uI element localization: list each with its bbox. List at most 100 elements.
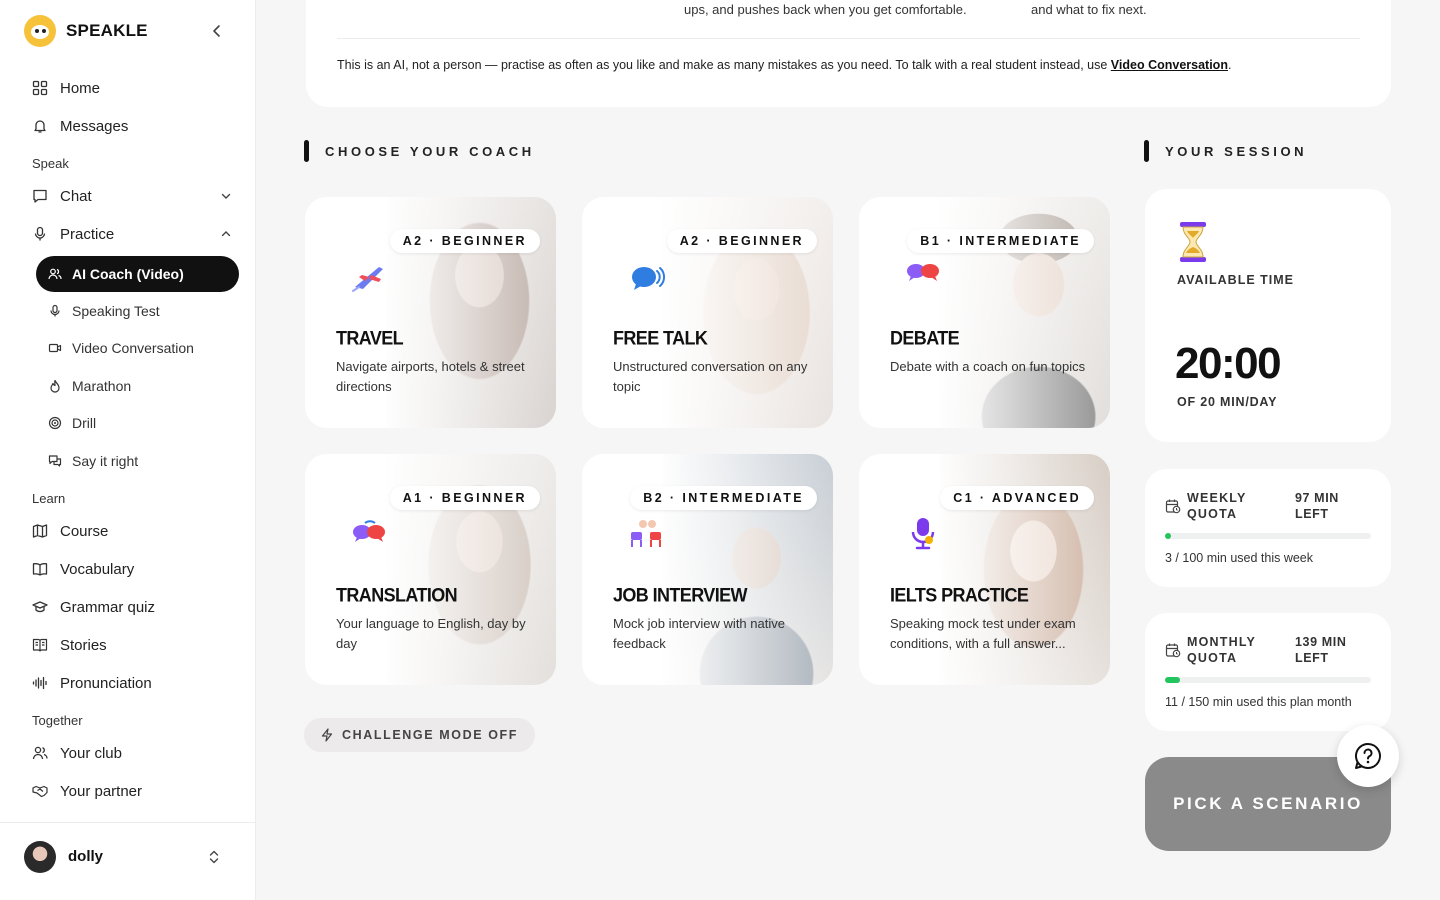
coach-title: IELTS PRACTICE	[890, 584, 1029, 606]
coach-card-job-interview[interactable]: B2 · INTERMEDIATE JOB INTERVIEW Mock job…	[582, 454, 833, 685]
sidebar-item-label: Home	[60, 79, 101, 97]
sidebar-item-label: Pronunciation	[60, 674, 152, 692]
sidebar-item-label: Stories	[60, 636, 107, 654]
sidebar-item-label: Vocabulary	[60, 560, 135, 578]
ai-disclaimer: This is an AI, not a person — practise a…	[337, 58, 1231, 72]
lightning-icon	[320, 728, 334, 742]
calendar-clock-icon	[1165, 499, 1181, 514]
coach-card-free-talk[interactable]: A2 · BEGINNER FREE TALK Unstructured con…	[582, 197, 833, 428]
sidebar-item-label: Drill	[72, 415, 97, 431]
challenge-mode-label: CHALLENGE MODE OFF	[342, 728, 519, 742]
quota-usage-text: 3 / 100 min used this week	[1165, 551, 1313, 565]
sidebar-item-course[interactable]: Course	[24, 514, 240, 548]
available-time-value: 20:00	[1175, 339, 1282, 388]
monthly-quota-card: MONTHLY QUOTA 139 MIN LEFT 11 / 150 min …	[1145, 613, 1391, 731]
help-button[interactable]	[1337, 725, 1399, 787]
quota-progress-fill	[1165, 677, 1181, 683]
brand[interactable]: SPEAKLE	[24, 14, 148, 48]
your-session-heading: YOUR SESSION	[1144, 140, 1307, 162]
sidebar-item-stories[interactable]: Stories	[24, 628, 240, 662]
coach-title: DEBATE	[890, 327, 960, 349]
chevron-down-icon[interactable]	[220, 190, 232, 202]
quota-usage-text: 11 / 150 min used this plan month	[1165, 695, 1352, 709]
airplane-icon	[352, 267, 383, 292]
collapse-sidebar-chevron-icon[interactable]	[208, 22, 226, 40]
level-badge: A2 · BEGINNER	[389, 229, 540, 253]
sidebar-item-label: Say it right	[72, 453, 139, 469]
speech-bubble-icon	[632, 267, 666, 290]
sidebar-item-label: Your club	[60, 744, 122, 762]
sidebar-item-ai-coach-video[interactable]: AI Coach (Video)	[36, 256, 239, 292]
coach-card-translation[interactable]: A1 · BEGINNER TRANSLATION Your language …	[305, 454, 556, 685]
coach-description: Debate with a coach on fun topics	[890, 359, 1086, 374]
section-label-learn: Learn	[32, 491, 66, 506]
quota-title: MONTHLY QUOTA	[1187, 635, 1256, 665]
section-label-together: Together	[32, 713, 83, 728]
coach-title: TRAVEL	[336, 327, 404, 349]
book-open-icon	[32, 561, 48, 577]
coach-description: Navigate airports, hotels & street direc…	[336, 359, 525, 394]
choose-coach-heading: CHOOSE YOUR COACH	[304, 140, 535, 162]
sidebar-item-grammar-quiz[interactable]: Grammar quiz	[24, 590, 240, 624]
weekly-quota-card: WEEKLY QUOTA 97 MIN LEFT 3 / 100 min use…	[1145, 469, 1391, 587]
debate-bubbles-icon	[907, 264, 939, 281]
handshake-icon	[32, 783, 48, 799]
sidebar-item-messages[interactable]: Messages	[24, 109, 240, 143]
sidebar-item-practice[interactable]: Practice	[24, 217, 240, 251]
coach-card-travel[interactable]: A2 · BEGINNER TRAVEL Navigate airports, …	[305, 197, 556, 428]
chevron-up-icon[interactable]	[220, 228, 232, 240]
sidebar-item-drill[interactable]: Drill	[36, 405, 239, 441]
sidebar-item-label: Grammar quiz	[60, 598, 156, 616]
microphone-icon	[911, 518, 935, 550]
sidebar-item-chat[interactable]: Chat	[24, 179, 240, 213]
sidebar-item-your-club[interactable]: Your club	[24, 736, 240, 770]
level-badge: B1 · INTERMEDIATE	[907, 229, 1094, 253]
quota-remaining: 97 MIN LEFT	[1295, 491, 1339, 521]
divider	[337, 38, 1360, 39]
quota-title: WEEKLY QUOTA	[1187, 491, 1247, 521]
video-camera-icon	[48, 341, 62, 355]
sidebar-item-marathon[interactable]: Marathon	[36, 368, 239, 404]
available-time-label: AVAILABLE TIME	[1177, 273, 1295, 287]
sidebar-item-label: Your partner	[60, 782, 143, 800]
map-icon	[32, 523, 48, 539]
microphone-icon	[32, 226, 48, 242]
video-conversation-link[interactable]: Video Conversation	[1111, 58, 1228, 72]
disclaimer-end: .	[1227, 58, 1232, 72]
grid-icon	[32, 80, 48, 96]
coach-card-ielts-practice[interactable]: C1 · ADVANCED IELTS PRACTICE Speaking mo…	[859, 454, 1110, 685]
interview-chairs-icon	[631, 520, 661, 547]
sidebar-item-home[interactable]: Home	[24, 71, 240, 105]
challenge-mode-toggle[interactable]: CHALLENGE MODE OFF	[304, 718, 536, 752]
heading-text: CHOOSE YOUR COACH	[325, 143, 535, 159]
translation-bubbles-icon	[353, 520, 385, 542]
sidebar-item-say-it-right[interactable]: Say it right	[36, 443, 239, 479]
sidebar-item-vocabulary[interactable]: Vocabulary	[24, 552, 240, 586]
sidebar-item-speaking-test[interactable]: Speaking Test	[36, 293, 239, 329]
users-icon	[32, 745, 48, 761]
sidebar: SPEAKLE Home Messages Speak Chat Practic…	[0, 0, 256, 900]
coach-title: FREE TALK	[613, 327, 708, 349]
coach-description: Speaking mock test under exam conditions…	[890, 616, 1076, 651]
sidebar-item-video-conversation[interactable]: Video Conversation	[36, 330, 239, 366]
audio-wave-icon	[32, 675, 48, 691]
sidebar-item-label: Speaking Test	[72, 303, 160, 319]
speakle-logo-icon	[24, 15, 56, 47]
sidebar-item-label: Marathon	[72, 378, 132, 394]
sidebar-item-label: Course	[60, 522, 109, 540]
sidebar-item-label: AI Coach (Video)	[72, 266, 184, 282]
user-menu[interactable]: dolly	[0, 822, 256, 900]
sidebar-item-pronunciation[interactable]: Pronunciation	[24, 666, 240, 700]
quota-remaining: 139 MIN LEFT	[1295, 635, 1347, 665]
quota-progress-fill	[1165, 533, 1172, 539]
heading-text: YOUR SESSION	[1165, 143, 1308, 159]
daily-limit-label: OF 20 MIN/DAY	[1177, 395, 1278, 409]
avatar	[24, 841, 56, 873]
coach-description: Mock job interview with native feedback	[613, 616, 785, 651]
sidebar-item-your-partner[interactable]: Your partner	[24, 774, 240, 808]
chevrons-up-down-icon[interactable]	[206, 849, 222, 865]
coach-card-debate[interactable]: B1 · INTERMEDIATE DEBATE Debate with a c…	[859, 197, 1110, 428]
user-name: dolly	[68, 848, 104, 865]
quota-progress-bar	[1165, 533, 1371, 539]
sidebar-item-label: Practice	[60, 225, 115, 243]
